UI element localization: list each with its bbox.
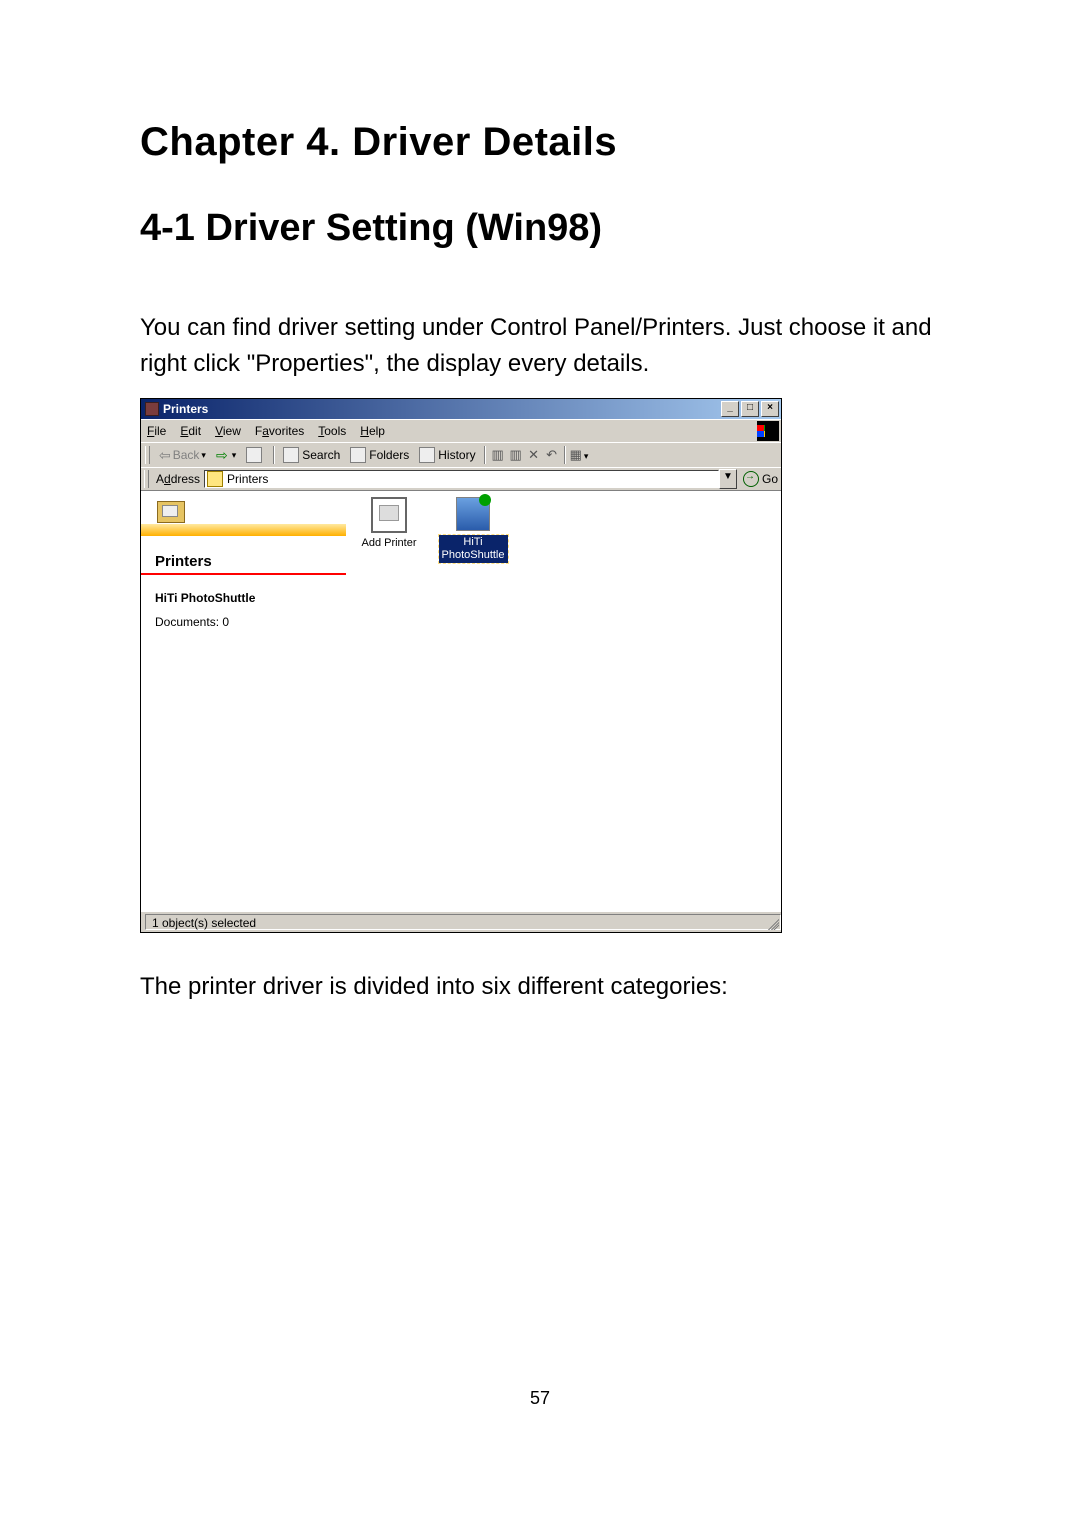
info-pane: Printers HiTi PhotoShuttle Documents: 0 — [141, 491, 346, 911]
minimize-button[interactable]: _ — [721, 401, 739, 417]
forward-dropdown-icon[interactable]: ▾ — [232, 450, 237, 461]
add-printer-icon — [371, 497, 407, 533]
maximize-button[interactable]: □ — [741, 401, 759, 417]
toolbar-separator — [273, 446, 275, 464]
add-printer-item[interactable]: Add Printer — [354, 497, 424, 549]
history-icon — [419, 447, 435, 463]
moveto-icon[interactable]: ▥ — [490, 447, 506, 463]
printers-folder-icon — [207, 471, 223, 487]
status-bar: 1 object(s) selected — [141, 911, 781, 932]
banner-folder-icon — [157, 501, 185, 523]
address-dropdown-button[interactable]: ▼ — [719, 469, 737, 489]
icon-view[interactable]: Add Printer HiTi PhotoShuttle — [346, 491, 781, 911]
back-dropdown-icon[interactable]: ▾ — [201, 450, 206, 461]
undo-icon[interactable]: ↶ — [544, 447, 560, 463]
up-icon — [246, 447, 262, 463]
address-label: Address — [156, 472, 200, 486]
close-button[interactable]: × — [761, 401, 779, 417]
views-icon[interactable]: ▦▾ — [570, 447, 586, 463]
windows-logo-icon — [757, 421, 779, 441]
search-icon — [283, 447, 299, 463]
up-button[interactable] — [242, 445, 269, 465]
toolbar-grip[interactable] — [145, 446, 150, 464]
forward-button[interactable]: ⇨ ▾ — [212, 445, 240, 465]
intro-paragraph: You can find driver setting under Contro… — [140, 310, 950, 382]
menu-bar: File Edit View Favorites Tools Help — [141, 419, 781, 442]
delete-icon[interactable]: ✕ — [526, 447, 542, 463]
chapter-heading: Chapter 4. Driver Details — [140, 120, 950, 165]
title-bar[interactable]: Printers _ □ × — [141, 399, 781, 419]
documents-count: Documents: 0 — [141, 605, 346, 629]
toolbar-separator-3 — [564, 446, 566, 464]
address-value: Printers — [227, 472, 268, 486]
window-icon — [145, 402, 159, 416]
toolbar: ⇦ Back ▾ ⇨ ▾ Search Folders His — [141, 442, 781, 467]
history-button[interactable]: History — [415, 445, 479, 465]
go-button[interactable]: Go — [743, 471, 778, 487]
after-paragraph: The printer driver is divided into six d… — [140, 973, 950, 1001]
forward-icon: ⇨ — [216, 447, 228, 464]
printer-item-hiti[interactable]: HiTi PhotoShuttle — [438, 497, 508, 563]
back-icon: ⇦ — [159, 447, 171, 464]
resize-grip[interactable] — [765, 916, 779, 930]
copyto-icon[interactable]: ▥ — [508, 447, 524, 463]
banner — [141, 491, 346, 551]
folders-icon — [350, 447, 366, 463]
go-icon — [743, 471, 759, 487]
add-printer-label: Add Printer — [354, 537, 424, 549]
client-area: Printers HiTi PhotoShuttle Documents: 0 … — [141, 490, 781, 911]
menu-file[interactable]: File — [147, 424, 166, 438]
printer-icon — [456, 497, 490, 531]
selected-item-name: HiTi PhotoShuttle — [141, 575, 346, 605]
address-field[interactable]: Printers — [204, 470, 719, 488]
menu-help[interactable]: Help — [360, 424, 385, 438]
menu-tools[interactable]: Tools — [318, 424, 346, 438]
menu-view[interactable]: View — [215, 424, 241, 438]
page-number: 57 — [0, 1388, 1080, 1409]
menu-edit[interactable]: Edit — [180, 424, 201, 438]
printer-item-label: HiTi PhotoShuttle — [439, 535, 508, 563]
address-bar: Address Printers ▼ Go — [141, 467, 781, 490]
banner-title: Printers — [141, 551, 346, 575]
addressbar-grip[interactable] — [144, 470, 149, 488]
window-title: Printers — [163, 402, 719, 416]
folders-button[interactable]: Folders — [346, 445, 413, 465]
back-button[interactable]: ⇦ Back ▾ — [155, 445, 210, 465]
printers-window: Printers _ □ × File Edit View Favorites … — [140, 398, 782, 933]
menu-favorites[interactable]: Favorites — [255, 424, 304, 438]
status-text: 1 object(s) selected — [145, 914, 781, 930]
search-button[interactable]: Search — [279, 445, 344, 465]
toolbar-separator-2 — [484, 446, 486, 464]
section-heading: 4-1 Driver Setting (Win98) — [140, 207, 950, 250]
